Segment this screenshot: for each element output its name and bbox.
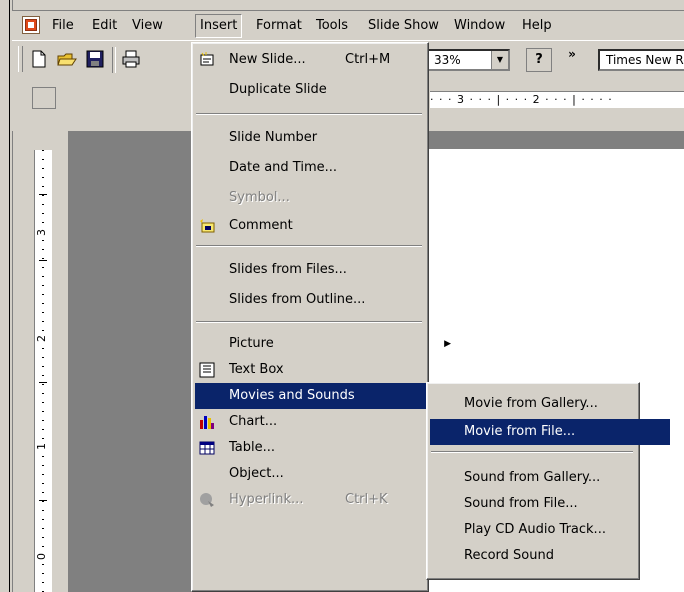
menu-slide-number[interactable]: Slide Number xyxy=(195,125,459,151)
horizontal-ruler: · · · 3 · · · | · · · 2 · · · | · · · · xyxy=(430,91,684,108)
menu-slides-from-outline[interactable]: Slides from Outline... xyxy=(195,287,459,313)
menu-object[interactable]: Object... xyxy=(195,461,459,487)
ruler-ticks xyxy=(42,150,44,592)
powerpoint-window: File Edit View Insert Format Tools Slide… xyxy=(0,0,684,592)
menu-slide-number-label: Slide Number xyxy=(229,130,318,145)
save-icon[interactable] xyxy=(84,48,106,70)
menu-picture-label: Picture xyxy=(229,336,274,351)
new-document-icon[interactable] xyxy=(28,48,50,70)
menu-symbol[interactable]: Symbol... xyxy=(195,185,459,211)
comment-icon xyxy=(199,218,215,234)
menu-hyperlink[interactable]: Hyperlink... Ctrl+K xyxy=(195,487,459,513)
outline-panel xyxy=(52,131,68,592)
menu-table-label: Table... xyxy=(229,440,276,455)
hyperlink-icon xyxy=(199,492,215,508)
menu-sound-from-file-label: Sound from File... xyxy=(464,496,578,511)
menu-sound-from-gallery[interactable]: Sound from Gallery... xyxy=(430,465,670,491)
menu-symbol-label: Symbol... xyxy=(229,190,290,205)
powerpoint-app-icon[interactable] xyxy=(22,16,40,34)
ruler-tick xyxy=(39,194,47,195)
menu-date-and-time-label: Date and Time... xyxy=(229,160,338,175)
menu-edit[interactable]: Edit xyxy=(88,15,121,37)
menu-separator xyxy=(196,321,422,323)
chart-icon xyxy=(199,414,215,430)
ruler-label: 2 xyxy=(35,335,48,342)
menu-help[interactable]: Help xyxy=(518,15,556,37)
menu-record-sound-label: Record Sound xyxy=(464,548,554,563)
menu-play-cd-audio-track-label: Play CD Audio Track... xyxy=(464,522,606,537)
menu-text-box-label: Text Box xyxy=(229,362,284,377)
toolbar-separator xyxy=(112,47,116,73)
text-box-icon xyxy=(199,362,215,378)
menu-table[interactable]: Table... xyxy=(195,435,459,461)
help-icon[interactable]: ? xyxy=(526,48,552,72)
menu-slide-show[interactable]: Slide Show xyxy=(364,15,443,37)
menu-play-cd-audio-track[interactable]: Play CD Audio Track... xyxy=(430,517,670,543)
menu-date-and-time[interactable]: Date and Time... xyxy=(195,155,459,181)
chevron-down-icon[interactable]: ▼ xyxy=(491,51,508,69)
menu-slides-from-files[interactable]: Slides from Files... xyxy=(195,257,459,283)
menu-record-sound[interactable]: Record Sound xyxy=(430,543,670,569)
menu-file[interactable]: File xyxy=(48,15,78,37)
menu-insert[interactable]: Insert xyxy=(195,14,243,38)
vertical-ruler: 3 2 1 0 xyxy=(34,150,53,592)
menu-chart[interactable]: Chart... xyxy=(195,409,459,435)
menu-movie-from-file[interactable]: Movie from File... xyxy=(430,419,670,445)
menu-new-slide[interactable]: New Slide... Ctrl+M xyxy=(195,47,459,73)
menu-movie-from-gallery-label: Movie from Gallery... xyxy=(464,396,598,411)
menu-movies-and-sounds-label: Movies and Sounds xyxy=(229,388,355,403)
submenu-arrow-icon: ▶ xyxy=(444,339,451,349)
menu-duplicate-slide[interactable]: Duplicate Slide xyxy=(195,77,459,103)
new-slide-icon xyxy=(199,52,215,68)
menu-duplicate-slide-label: Duplicate Slide xyxy=(229,82,327,97)
table-icon xyxy=(199,440,215,456)
menu-picture[interactable]: Picture ▶ xyxy=(195,331,459,357)
menu-tools[interactable]: Tools xyxy=(312,15,352,37)
print-icon[interactable] xyxy=(120,48,142,70)
menu-comment[interactable]: Comment xyxy=(195,213,459,239)
menu-separator xyxy=(196,113,422,115)
menu-new-slide-shortcut: Ctrl+M xyxy=(345,52,391,67)
menu-text-box[interactable]: Text Box xyxy=(195,357,459,383)
menu-separator xyxy=(431,451,633,453)
menu-view[interactable]: View xyxy=(128,15,167,37)
ruler-tick xyxy=(39,382,47,383)
menu-bar: File Edit View Insert Format Tools Slide… xyxy=(12,10,684,41)
font-name-combo[interactable]: Times New Roman xyxy=(598,49,684,71)
menu-hyperlink-shortcut: Ctrl+K xyxy=(345,492,388,507)
menu-chart-label: Chart... xyxy=(229,414,278,429)
menu-slides-from-outline-label: Slides from Outline... xyxy=(229,292,366,307)
toolbar-more-icon[interactable]: » xyxy=(564,47,580,71)
menu-movie-from-gallery[interactable]: Movie from Gallery... xyxy=(430,391,670,417)
ruler-label: 0 xyxy=(35,553,48,560)
menu-movie-from-file-label: Movie from File... xyxy=(464,424,576,439)
ruler-tick xyxy=(39,500,47,501)
ruler-label: 3 xyxy=(35,229,48,236)
menu-movies-and-sounds[interactable]: Movies and Sounds ▶ xyxy=(195,383,459,409)
menu-window[interactable]: Window xyxy=(450,15,509,37)
movies-and-sounds-submenu: Movie from Gallery... Movie from File...… xyxy=(426,382,670,580)
menu-sound-from-gallery-label: Sound from Gallery... xyxy=(464,470,601,485)
ruler-label: 1 xyxy=(35,443,48,450)
toolbar-grip[interactable] xyxy=(18,46,23,72)
insert-menu: New Slide... Ctrl+M Duplicate Slide Slid… xyxy=(191,42,459,592)
menu-slides-from-files-label: Slides from Files... xyxy=(229,262,347,277)
menu-comment-label: Comment xyxy=(229,218,293,233)
menu-hyperlink-label: Hyperlink... xyxy=(229,492,304,507)
view-corner-box[interactable] xyxy=(32,87,56,109)
menu-format[interactable]: Format xyxy=(252,15,306,37)
menu-sound-from-file[interactable]: Sound from File... xyxy=(430,491,670,517)
font-name-value: Times New Roman xyxy=(606,53,684,67)
menu-new-slide-label: New Slide... xyxy=(229,52,306,67)
open-folder-icon[interactable] xyxy=(56,48,78,70)
ruler-tick xyxy=(39,260,47,261)
menu-separator xyxy=(196,245,422,247)
menu-object-label: Object... xyxy=(229,466,284,481)
